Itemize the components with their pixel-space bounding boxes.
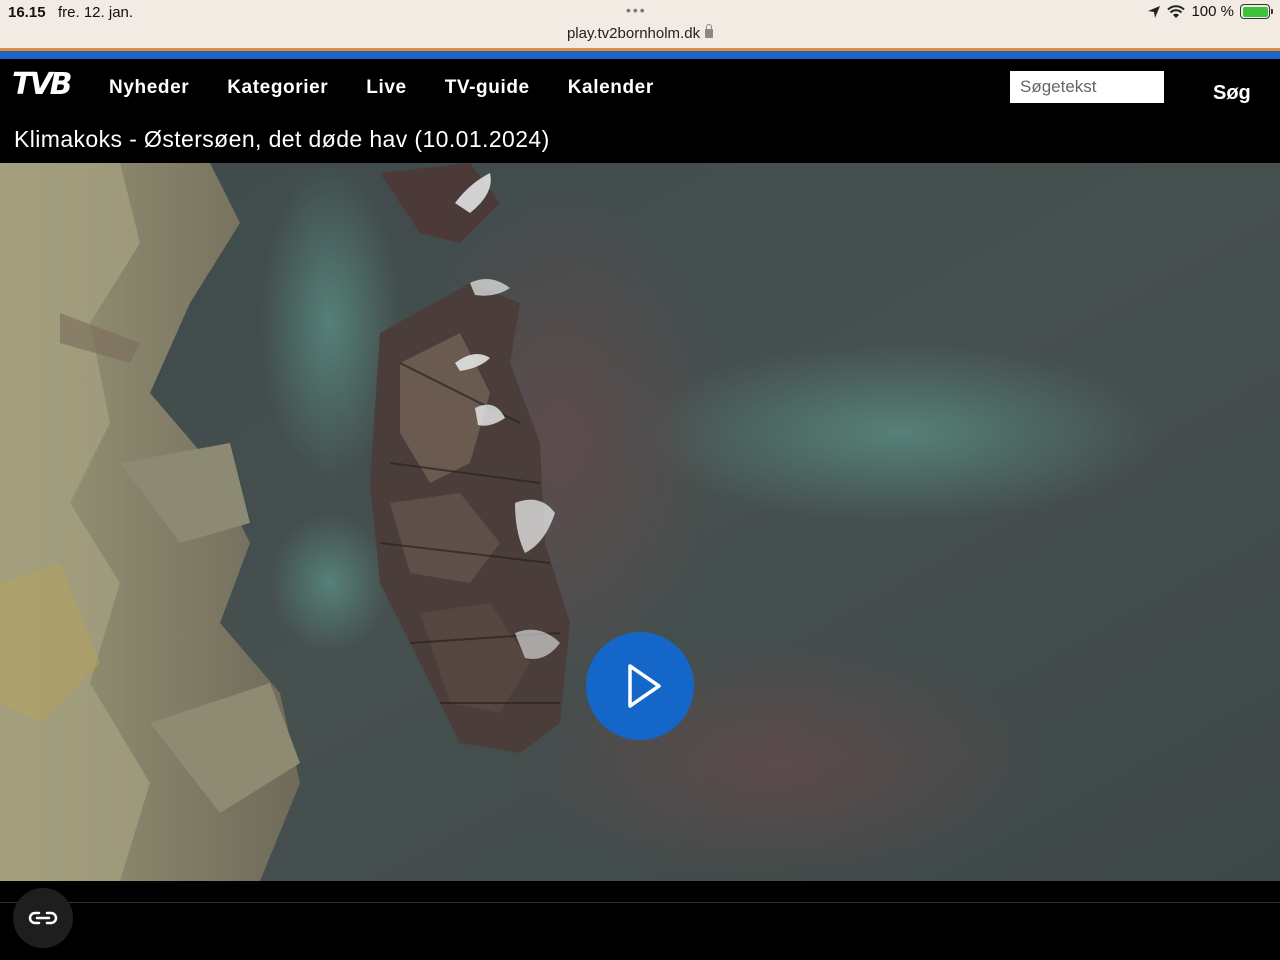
play-button[interactable] xyxy=(586,632,694,740)
play-icon xyxy=(628,664,661,708)
battery-percent: 100 % xyxy=(1191,3,1234,20)
nav-item-kalender[interactable]: Kalender xyxy=(568,77,654,99)
location-arrow-icon xyxy=(1148,5,1161,18)
nav-item-kategorier[interactable]: Kategorier xyxy=(227,77,328,99)
video-title: Klimakoks - Østersøen, det døde hav (10.… xyxy=(14,126,550,152)
lock-icon xyxy=(705,24,714,38)
divider xyxy=(0,902,1280,903)
status-time: 16.15 xyxy=(8,4,46,21)
video-player[interactable] xyxy=(0,163,1280,881)
reader-mode-button[interactable] xyxy=(13,888,73,948)
reader-mode-icon xyxy=(28,911,58,925)
nav-item-nyheder[interactable]: Nyheder xyxy=(109,77,189,99)
accent-stripe-blue xyxy=(0,51,1280,59)
main-nav: Nyheder Kategorier Live TV-guide Kalende… xyxy=(109,77,654,99)
battery-charging-icon xyxy=(1240,4,1273,19)
browser-status-bar: 16.15 fre. 12. jan. ••• play.tv2bornholm… xyxy=(0,0,1280,48)
status-indicators: 100 % xyxy=(1147,3,1273,20)
video-frame-image xyxy=(0,163,1280,881)
wifi-icon xyxy=(1167,4,1186,18)
nav-item-tv-guide[interactable]: TV-guide xyxy=(445,77,530,99)
search-input[interactable] xyxy=(1010,71,1164,103)
more-dots-icon[interactable]: ••• xyxy=(626,2,647,18)
status-date: fre. 12. jan. xyxy=(58,4,134,21)
url-text: play.tv2bornholm.dk xyxy=(566,25,701,42)
search-button[interactable]: Søg xyxy=(1213,82,1251,105)
site-header: TVB Nyheder Kategorier Live TV-guide Kal… xyxy=(0,59,1280,163)
tv2-bornholm-logo[interactable]: TVB xyxy=(12,69,76,101)
address-bar[interactable]: play.tv2bornholm.dk xyxy=(0,24,1280,42)
nav-item-live[interactable]: Live xyxy=(366,77,406,99)
bottom-bar xyxy=(0,881,1280,960)
